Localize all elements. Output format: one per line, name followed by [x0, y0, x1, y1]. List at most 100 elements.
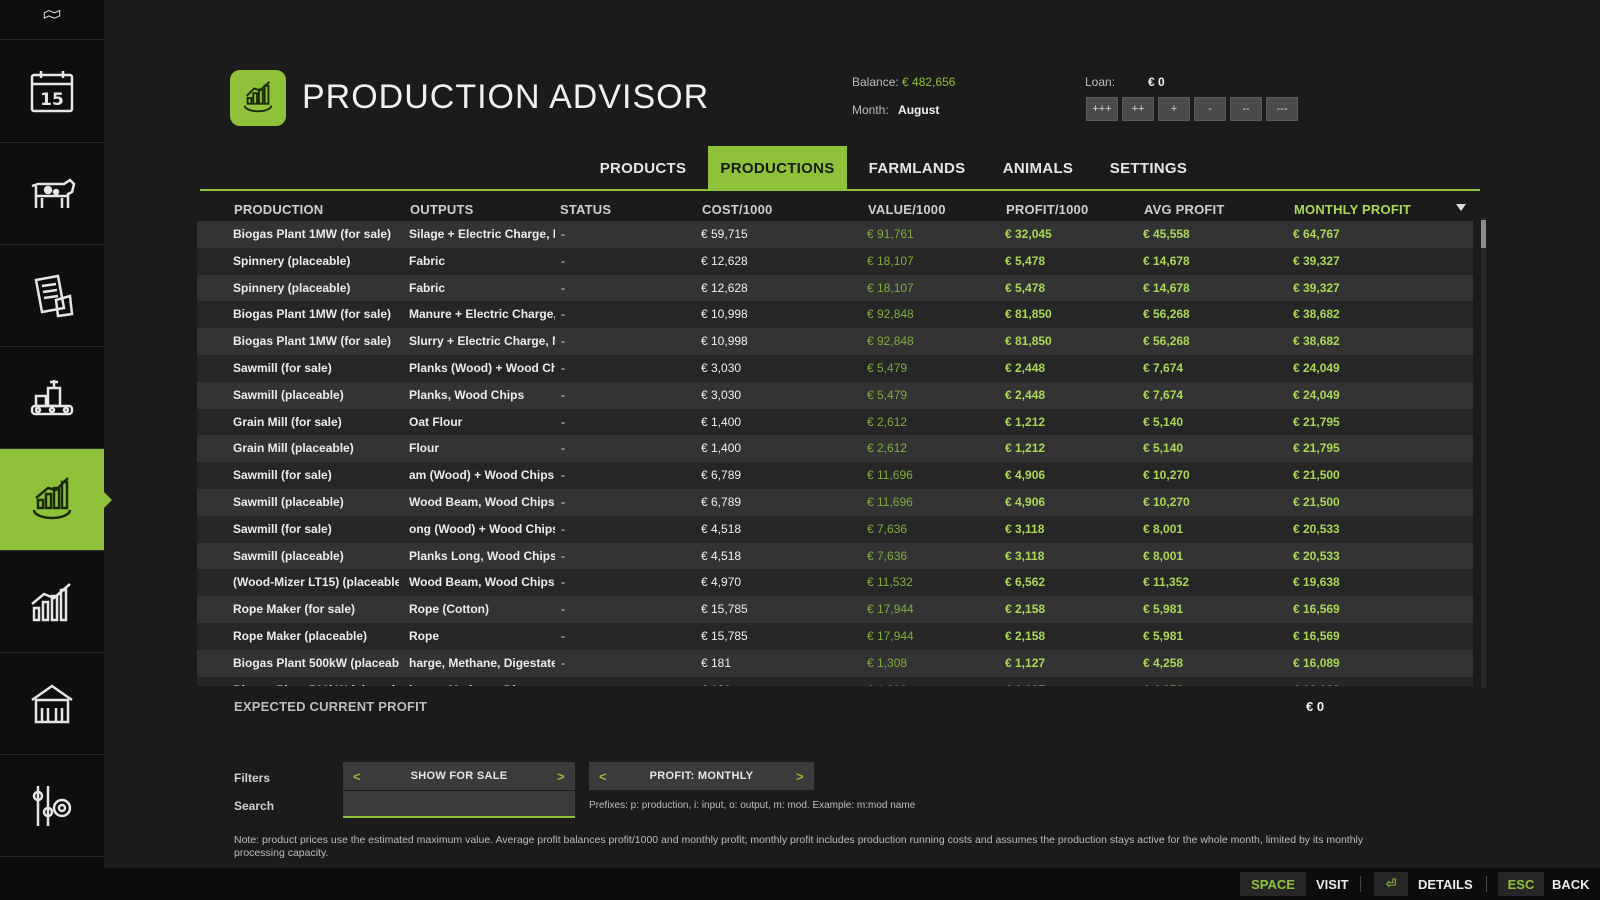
cell-profit: € 32,045 [1005, 227, 1052, 241]
tab-products[interactable]: PRODUCTS [592, 146, 694, 190]
table-row[interactable]: Spinnery (placeable) Fabric - € 12,628 € 18,… [197, 274, 1473, 302]
cell-value: € 18,107 [867, 280, 914, 295]
tab-productions[interactable]: PRODUCTIONS [708, 146, 847, 190]
month: Month: August [852, 103, 939, 117]
calendar-icon: 15 [30, 70, 74, 112]
table-row[interactable]: Sawmill (placeable) Planks, Wood Chips - € … [197, 381, 1473, 409]
cell-value: € 7,636 [867, 548, 908, 563]
cell-monthly-profit: € 21,795 [1293, 441, 1340, 456]
cell-avg-profit: € 4,258 [1143, 655, 1184, 670]
sidebar-item-production[interactable] [0, 347, 104, 449]
table-row[interactable]: Rope Maker (placeable) Rope - € 15,785 € 17,… [197, 622, 1473, 650]
scrollbar-thumb[interactable] [1481, 220, 1486, 248]
column-header-production[interactable]: PRODUCTION [234, 202, 323, 217]
sidebar-item-farm[interactable] [0, 653, 104, 755]
column-header-monthly-profit[interactable]: MONTHLY PROFIT [1294, 202, 1411, 217]
filter-profit-next-button[interactable]: > [788, 762, 812, 790]
table-row[interactable]: Biogas Plant 1MW (for sale) Manure + Elec… [197, 301, 1473, 329]
back-action[interactable]: BACK [1552, 877, 1590, 892]
cell-value: € 17,944 [867, 602, 914, 617]
filter-sale-prev-button[interactable]: < [345, 762, 369, 790]
sidebar-item-statistics[interactable] [0, 551, 104, 653]
cell-profit: € 1,212 [1005, 441, 1046, 456]
cell-outputs: Rope [409, 628, 439, 643]
sidebar-item-map[interactable] [0, 0, 104, 40]
cell-production: Spinnery (placeable) [233, 253, 351, 268]
sidebar-item-calendar[interactable]: 15 [0, 41, 104, 143]
cell-monthly-profit: € 21,795 [1293, 414, 1340, 429]
table-row[interactable]: Sawmill (placeable) Planks Long, Wood Chi… [197, 542, 1473, 570]
loan-decrease-3-button[interactable]: --- [1266, 97, 1298, 121]
cell-monthly-profit: € 38,682 [1293, 307, 1340, 322]
visit-action[interactable]: VISIT [1316, 877, 1349, 892]
column-header-avg-profit[interactable]: AVG PROFIT [1144, 202, 1224, 217]
table-row[interactable]: Biogas Plant 1MW (for sale) Slurry + Elec… [197, 328, 1473, 355]
column-header-profit[interactable]: PROFIT/1000 [1006, 202, 1088, 217]
cell-monthly-profit: € 20,533 [1293, 521, 1340, 536]
table-row[interactable]: Grain Mill (for sale) Oat Flour - € 1,400 € … [197, 408, 1473, 436]
cell-value: € 17,944 [867, 628, 914, 643]
cell-profit: € 3,118 [1005, 548, 1045, 563]
esc-key-badge[interactable]: ESC [1498, 872, 1544, 896]
page-title: PRODUCTION ADVISOR [302, 78, 710, 116]
column-header-cost[interactable]: COST/1000 [702, 202, 772, 217]
enter-key-icon[interactable]: ⏎ [1374, 872, 1408, 896]
table-row[interactable]: (Wood-Mizer LT15) (placeable Wood Beam, W… [197, 569, 1473, 597]
filter-sale-next-button[interactable]: > [549, 762, 573, 790]
sort-descending-icon [1456, 204, 1466, 211]
cell-profit: € 5,478 [1005, 253, 1046, 268]
cell-profit: € 3,118 [1005, 521, 1045, 536]
cell-value: € 11,532 [867, 575, 913, 590]
cell-status: - [561, 628, 565, 643]
statistics-icon [31, 582, 71, 621]
cell-avg-profit: € 5,140 [1143, 414, 1184, 429]
table-row[interactable]: Grain Mill (placeable) Flour - € 1,400 € 2,6… [197, 435, 1473, 463]
loan-increase-1-button[interactable]: + [1158, 97, 1190, 121]
tab-farmlands[interactable]: FARMLANDS [862, 146, 972, 190]
cell-cost: € 3,030 [701, 387, 742, 402]
loan-decrease-1-button[interactable]: - [1194, 97, 1226, 121]
sidebar-item-contracts[interactable] [0, 245, 104, 347]
cell-avg-profit: € 56,268 [1143, 307, 1190, 322]
table-row[interactable]: Sawmill (for sale) am (Wood) + Wood Chips… [197, 462, 1473, 489]
note-text: Note: product prices use the estimated m… [234, 834, 1364, 859]
productions-table: PRODUCTION OUTPUTS STATUS COST/1000 VALU… [197, 196, 1473, 686]
filter-profit-selector[interactable]: < PROFIT: MONTHLY > [589, 762, 814, 790]
table-row[interactable]: Biogas Plant 500kW (placeable harge, Meth… [197, 649, 1473, 677]
table-row[interactable]: Sawmill (placeable) Wood Beam, Wood Chips… [197, 488, 1473, 516]
svg-text:15: 15 [40, 90, 64, 110]
cell-avg-profit: € 5,981 [1143, 602, 1184, 617]
cell-cost: € 4,970 [701, 575, 742, 590]
month-label: Month: [852, 103, 889, 117]
table-row[interactable]: Rope Maker (for sale) Rope (Cotton) - € 15,… [197, 596, 1473, 623]
filter-sale-selector[interactable]: < SHOW FOR SALE > [343, 762, 575, 790]
table-row[interactable]: Biogas Plant 1MW (for sale) Silage + Elec… [197, 221, 1473, 248]
cell-production: Rope Maker (placeable) [233, 628, 368, 643]
filter-sale-value: SHOW FOR SALE [410, 770, 508, 782]
cell-production: Rope Maker (for sale) [233, 602, 356, 617]
table-row[interactable]: Sawmill (for sale) Planks (Wood) + Wood C… [197, 354, 1473, 382]
cell-profit: € 4,906 [1005, 468, 1046, 483]
loan-decrease-2-button[interactable]: -- [1230, 97, 1262, 121]
search-input[interactable] [343, 791, 575, 818]
tab-animals[interactable]: ANIMALS [995, 146, 1081, 190]
column-header-status[interactable]: STATUS [560, 202, 611, 217]
table-scrollbar[interactable] [1481, 218, 1486, 688]
table-row[interactable]: Biogas Plant 500kW (placeable harge, Meth… [197, 676, 1473, 686]
details-action[interactable]: DETAILS [1418, 877, 1473, 892]
column-header-value[interactable]: VALUE/1000 [868, 202, 946, 217]
cell-value: € 92,848 [867, 334, 914, 349]
space-key-badge[interactable]: SPACE [1240, 872, 1306, 896]
column-header-outputs[interactable]: OUTPUTS [410, 202, 474, 217]
filter-profit-prev-button[interactable]: < [591, 762, 615, 790]
sidebar-item-production-advisor[interactable] [0, 449, 112, 551]
loan-increase-3-button[interactable]: +++ [1086, 97, 1118, 121]
cell-monthly-profit: € 38,682 [1293, 334, 1340, 349]
loan-increase-2-button[interactable]: ++ [1122, 97, 1154, 121]
table-row[interactable]: Sawmill (for sale) ong (Wood) + Wood Chip… [197, 515, 1473, 543]
tab-settings[interactable]: SETTINGS [1105, 146, 1192, 190]
cell-outputs: Fabric [409, 253, 446, 268]
cell-avg-profit: € 4,258 [1143, 677, 1253, 686]
sidebar-item-settings[interactable] [0, 755, 104, 857]
table-row[interactable]: Spinnery (placeable) Fabric - € 12,628 € 18,… [197, 247, 1473, 275]
